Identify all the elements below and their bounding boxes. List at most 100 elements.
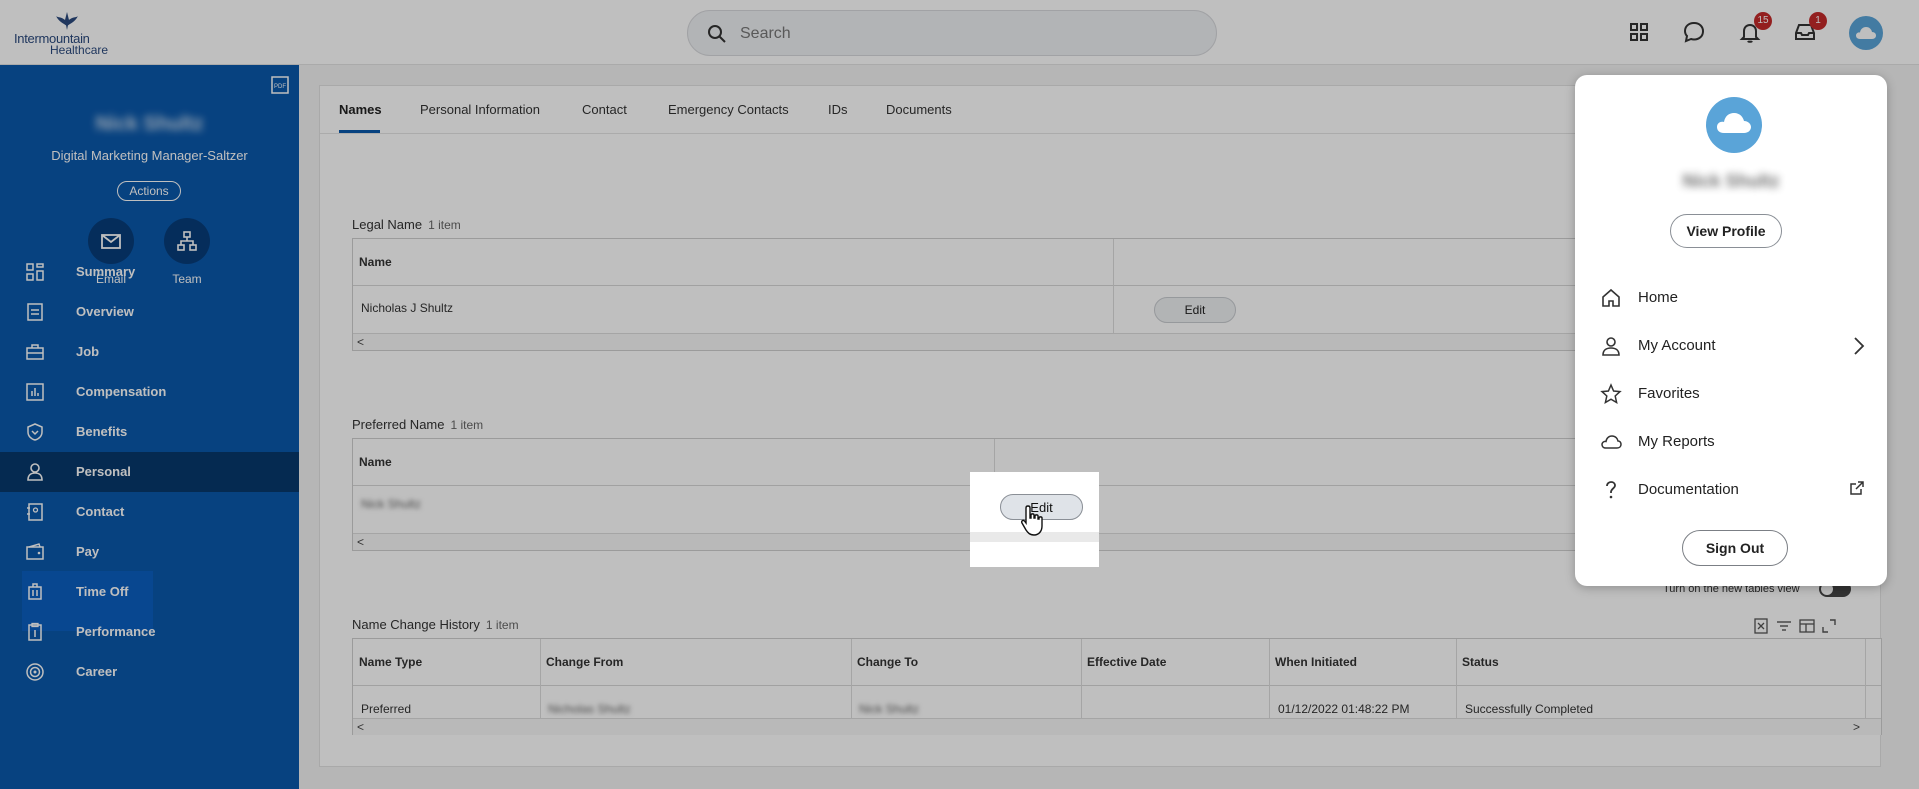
legal-name-edit-button[interactable]: Edit xyxy=(1154,297,1236,323)
horizontal-scrollbar[interactable]: < > xyxy=(353,718,1881,735)
top-bar: Intermountain Healthcare 15 1 xyxy=(0,0,1919,65)
menu-item-label: Home xyxy=(1638,289,1679,306)
column-divider xyxy=(1113,239,1114,333)
cloud-icon xyxy=(1856,27,1876,39)
chevron-right-icon xyxy=(1854,337,1865,355)
dropdown-user-name: Nick Shultz xyxy=(1682,171,1780,191)
svg-text:PDF: PDF xyxy=(274,84,286,90)
nav-benefits[interactable]: Benefits xyxy=(0,412,299,452)
nav-compensation[interactable]: Compensation xyxy=(0,372,299,412)
menu-item-documentation[interactable]: Documentation xyxy=(1575,470,1887,510)
nav-summary[interactable]: Summary xyxy=(0,252,299,292)
column-header: Name xyxy=(359,455,392,469)
pdf-export-icon[interactable]: PDF xyxy=(270,75,290,95)
person-icon xyxy=(1602,337,1620,356)
view-profile-button[interactable]: View Profile xyxy=(1670,214,1782,248)
star-icon xyxy=(1600,383,1622,405)
contact-book-icon xyxy=(27,503,43,521)
nav-career[interactable]: Career xyxy=(0,652,299,692)
section-title-text: Preferred Name xyxy=(352,417,445,432)
chat-icon[interactable] xyxy=(1682,20,1706,44)
legal-name-value: Nicholas J Shultz xyxy=(361,301,454,315)
company-logo[interactable]: Intermountain Healthcare xyxy=(14,12,124,57)
nav-job[interactable]: Job xyxy=(0,332,299,372)
worker-sidebar: PDF Nick Shultz Digital Marketing Manage… xyxy=(0,65,299,789)
nav-label: Benefits xyxy=(76,424,128,439)
scroll-left-icon[interactable]: < xyxy=(357,535,364,549)
logo-sub-text: Healthcare xyxy=(50,43,109,57)
scroll-left-icon[interactable]: < xyxy=(357,335,364,349)
document-icon xyxy=(27,303,43,321)
columns-icon[interactable] xyxy=(1798,617,1816,635)
tab-documents[interactable]: Documents xyxy=(886,102,952,117)
menu-item-my-reports[interactable]: My Reports xyxy=(1575,422,1887,462)
column-divider xyxy=(851,639,852,719)
apps-grid-icon[interactable] xyxy=(1627,20,1651,44)
column-divider xyxy=(540,639,541,719)
briefcase-icon xyxy=(26,344,44,360)
history-change-to: Nick Shultz xyxy=(859,702,920,716)
profile-avatar-button[interactable] xyxy=(1841,10,1889,54)
notifications-button[interactable]: 15 xyxy=(1738,12,1772,44)
export-excel-icon[interactable] xyxy=(1752,617,1770,635)
nav-performance[interactable]: Performance xyxy=(0,612,299,652)
menu-item-home[interactable]: Home xyxy=(1575,278,1887,318)
luggage-icon xyxy=(28,583,42,600)
section-title-text: Name Change History xyxy=(352,617,480,632)
column-divider xyxy=(1269,639,1270,719)
envelope-icon xyxy=(101,234,121,249)
search-input[interactable] xyxy=(740,23,1190,45)
grid-header xyxy=(353,239,1651,286)
horizontal-scrollbar[interactable]: < xyxy=(353,333,1651,350)
nav-label: Personal xyxy=(76,464,131,479)
nav-contact[interactable]: Contact xyxy=(0,492,299,532)
nav-overview[interactable]: Overview xyxy=(0,292,299,332)
menu-item-my-account[interactable]: My Account xyxy=(1575,326,1887,366)
filter-icon[interactable] xyxy=(1775,617,1793,635)
tab-personal-information[interactable]: Personal Information xyxy=(420,102,540,117)
shield-icon xyxy=(27,423,43,441)
worker-title: Digital Marketing Manager-Saltzer xyxy=(51,148,248,163)
nav-time-off[interactable]: Time Off xyxy=(0,572,299,612)
nav-pay[interactable]: Pay xyxy=(0,532,299,572)
inbox-button[interactable]: 1 xyxy=(1793,12,1827,44)
logo-mark-icon xyxy=(56,12,78,30)
column-header: Name Type xyxy=(359,655,423,669)
tab-contact[interactable]: Contact xyxy=(582,102,627,117)
active-tab-indicator xyxy=(339,130,380,133)
history-status: Successfully Completed xyxy=(1465,702,1594,716)
scroll-left-icon[interactable]: < xyxy=(357,720,364,734)
item-count: 1 item xyxy=(450,418,484,432)
legal-name-title: Legal Name 1 item xyxy=(352,217,461,232)
menu-item-label: My Account xyxy=(1638,337,1716,354)
nav-personal[interactable]: Personal xyxy=(0,452,299,492)
search-icon xyxy=(708,25,726,43)
tab-names[interactable]: Names xyxy=(339,102,382,117)
actions-button[interactable]: Actions xyxy=(117,181,181,201)
fullscreen-icon[interactable] xyxy=(1820,617,1838,635)
search-bar[interactable] xyxy=(687,10,1217,56)
cloud-icon xyxy=(1717,113,1751,133)
inbox-badge: 1 xyxy=(1809,12,1827,30)
tab-ids[interactable]: IDs xyxy=(828,102,848,117)
tab-emergency-contacts[interactable]: Emergency Contacts xyxy=(668,102,789,117)
wallet-icon xyxy=(26,543,44,560)
sign-out-button[interactable]: Sign Out xyxy=(1682,530,1788,566)
menu-item-favorites[interactable]: Favorites xyxy=(1575,374,1887,414)
profile-dropdown: Nick Shultz View Profile Home My Account… xyxy=(1575,75,1887,586)
history-name-type: Preferred xyxy=(361,702,412,716)
legal-name-grid: Name Nicholas J Shultz Edit < xyxy=(352,238,1652,351)
external-link-icon xyxy=(1850,481,1864,495)
preferred-name-title: Preferred Name 1 item xyxy=(352,417,483,432)
column-header: When Initiated xyxy=(1275,655,1357,669)
menu-item-label: My Reports xyxy=(1638,433,1715,450)
item-count: 1 item xyxy=(485,618,519,632)
nav-label: Compensation xyxy=(76,384,167,399)
nav-label: Job xyxy=(76,344,100,359)
history-change-from: Nicholas Shultz xyxy=(548,702,631,716)
preferred-name-value: Nick Shultz xyxy=(361,497,422,511)
nav-label: Career xyxy=(76,664,118,679)
section-title-text: Legal Name xyxy=(352,217,423,232)
column-header: Effective Date xyxy=(1087,655,1167,669)
scroll-right-icon[interactable]: > xyxy=(1853,720,1860,734)
